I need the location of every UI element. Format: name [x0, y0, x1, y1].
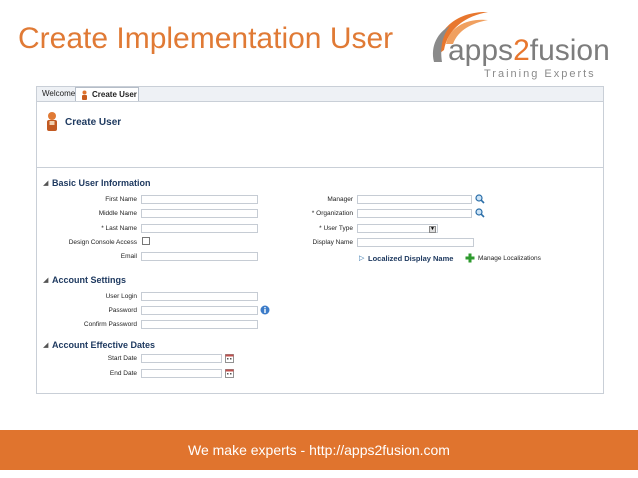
- info-icon[interactable]: [260, 305, 270, 315]
- footer-text: We make experts - http://apps2fusion.com: [188, 442, 450, 458]
- application-window: Welcome Create User Create User ◢ Basic …: [36, 86, 604, 394]
- manager-label: Manager: [327, 196, 353, 203]
- page-title: Create User: [65, 117, 122, 128]
- search-icon[interactable]: [475, 194, 485, 204]
- section-account-settings[interactable]: Account Settings: [52, 275, 126, 285]
- middle-name-label: Middle Name: [98, 210, 137, 217]
- middle-name-field[interactable]: [141, 209, 258, 218]
- user-type-select[interactable]: ▼: [357, 224, 438, 233]
- display-name-label: Display Name: [312, 239, 353, 246]
- confirm-password-label: Confirm Password: [83, 321, 137, 328]
- design-console-access-checkbox[interactable]: [142, 237, 150, 245]
- chevron-down-icon[interactable]: ▼: [429, 226, 436, 233]
- user-type-label: * User Type: [319, 225, 353, 232]
- last-name-label: * Last Name: [101, 225, 137, 232]
- user-login-field[interactable]: [141, 292, 258, 301]
- tab-bar: Welcome Create User: [37, 87, 603, 102]
- end-date-label: End Date: [109, 370, 137, 377]
- add-icon[interactable]: [465, 253, 475, 263]
- tab-create-user-label: Create User: [92, 90, 137, 99]
- logo-word-suffix: fusion: [529, 34, 610, 67]
- email-field[interactable]: [141, 252, 258, 261]
- confirm-password-field[interactable]: [141, 320, 258, 329]
- start-date-label: Start Date: [107, 355, 137, 362]
- user-icon: [47, 112, 57, 131]
- localized-display-name-link[interactable]: Localized Display Name: [368, 254, 453, 263]
- organization-field[interactable]: [357, 209, 472, 218]
- start-date-field[interactable]: [141, 354, 222, 363]
- last-name-field[interactable]: [141, 224, 258, 233]
- slide-footer: We make experts - http://apps2fusion.com: [0, 430, 638, 470]
- calendar-icon[interactable]: [225, 353, 235, 363]
- search-icon[interactable]: [475, 208, 485, 218]
- section-basic-user-information[interactable]: Basic User Information: [52, 178, 151, 188]
- logo-wordmark: apps2fusion: [448, 34, 610, 68]
- logo-tagline: Training Experts: [484, 68, 596, 80]
- calendar-icon[interactable]: [225, 368, 235, 378]
- email-label: Email: [120, 253, 137, 260]
- logo-word-prefix: apps: [448, 34, 514, 67]
- collapse-triangle-icon[interactable]: ◢: [43, 276, 48, 284]
- slide-title: Create Implementation User: [18, 22, 394, 55]
- logo-word-number: 2: [513, 34, 530, 67]
- display-name-field[interactable]: [357, 238, 474, 247]
- organization-label: * Organization: [311, 210, 353, 217]
- manager-field[interactable]: [357, 195, 472, 204]
- end-date-field[interactable]: [141, 369, 222, 378]
- tab-welcome[interactable]: Welcome: [39, 87, 78, 101]
- apps2fusion-logo: apps2fusion Training Experts: [426, 6, 630, 84]
- header-divider: [37, 167, 603, 168]
- first-name-field[interactable]: [141, 195, 258, 204]
- password-label: Password: [108, 307, 137, 314]
- manage-localizations-link[interactable]: Manage Localizations: [478, 255, 541, 262]
- design-console-access-label: Design Console Access: [68, 239, 137, 246]
- collapse-triangle-icon[interactable]: ◢: [43, 341, 48, 349]
- tab-create-user[interactable]: Create User: [75, 87, 139, 101]
- user-icon: [82, 90, 87, 100]
- collapse-triangle-icon[interactable]: ◢: [43, 179, 48, 187]
- expand-triangle-icon[interactable]: ▷: [359, 254, 364, 262]
- user-login-label: User Login: [105, 293, 137, 300]
- section-account-effective-dates[interactable]: Account Effective Dates: [52, 340, 155, 350]
- first-name-label: First Name: [105, 196, 137, 203]
- password-field[interactable]: [141, 306, 258, 315]
